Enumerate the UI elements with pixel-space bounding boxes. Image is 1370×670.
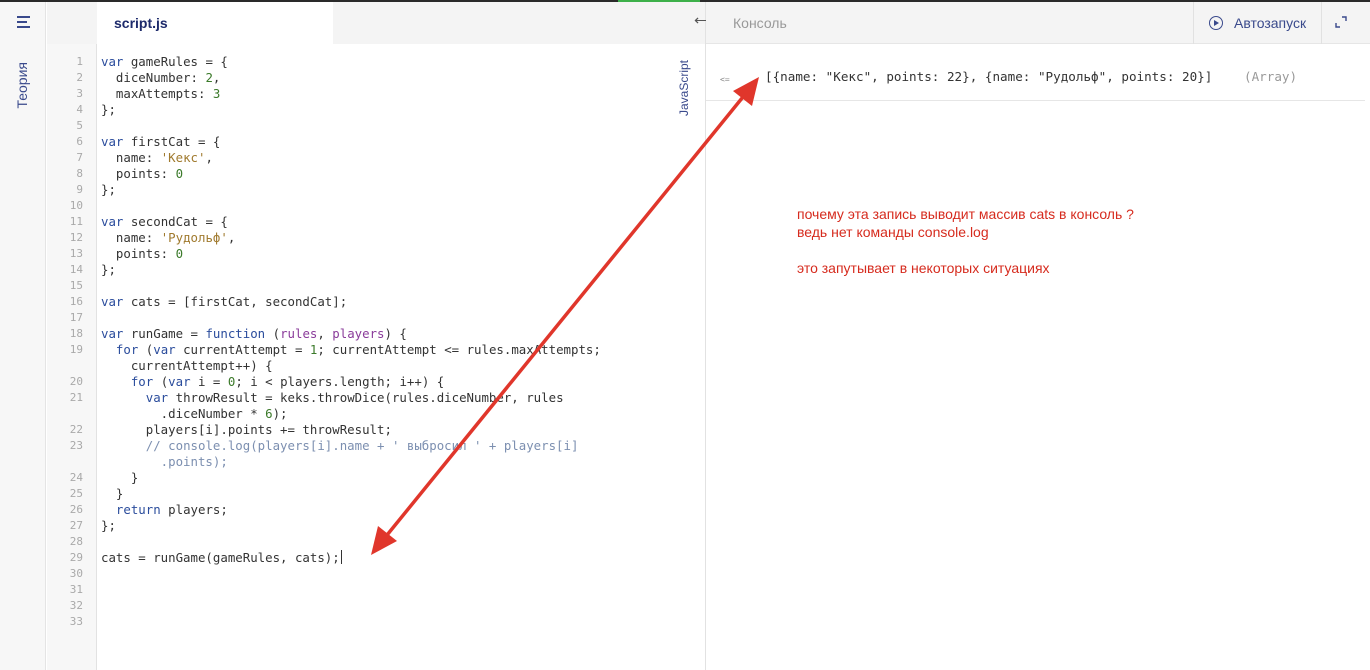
console-output-type: (Array) [1244,69,1298,84]
console-header: Консоль Автозапуск [706,2,1370,44]
console-output-value[interactable]: [{name: "Кекс", points: 22}, {name: "Руд… [765,69,1212,84]
code-line: points: 0 [101,246,184,261]
line-number: 30 [69,567,83,580]
code-line: }; [101,102,116,117]
line-number: 33 [69,615,83,628]
code-line: currentAttempt++) { [101,358,273,373]
file-tab-script[interactable]: script.js [97,2,333,44]
code-line: var secondCat = { [101,214,228,229]
line-number: 8 [76,167,83,180]
code-line: } [101,470,139,485]
code-line: // console.log(players[i].name + ' выбро… [145,438,579,453]
line-number-gutter: 1 2 3 4 5 6 7 8 9 10 11 12 13 14 15 16 17 18 19 20 21 22 23 24 2… [47,44,97,670]
line-number: 10 [69,199,83,212]
line-number: 6 [76,135,83,148]
code-line: var firstCat = { [101,134,221,149]
code-line: maxAttempts: 3 [101,86,221,101]
code-line: return players; [115,502,228,517]
line-number: 27 [69,519,83,532]
code-line: for (var i = 0; i < players.length; i++)… [130,374,445,389]
line-number: 20 [69,375,83,388]
console-title: Консоль [733,15,787,31]
code-line: cats = runGame(gameRules, cats); [101,550,342,565]
code-line: players[i].points += throwResult; [101,422,392,437]
line-number: 15 [69,279,83,292]
theory-tab-label: Теория [14,62,30,109]
line-number: 9 [76,183,83,196]
code-line: diceNumber: 2, [101,70,221,85]
annotation-line: это запутывает в некоторых ситуациях [797,260,1050,276]
code-line: var cats = [firstCat, secondCat]; [101,294,348,309]
line-number: 3 [76,87,83,100]
autorun-label: Автозапуск [1234,15,1307,31]
line-number: 7 [76,151,83,164]
code-line: var throwResult = keks.throwDice(rules.d… [145,390,564,405]
line-number: 24 [69,471,83,484]
line-number: 25 [69,487,83,500]
file-tab-label: script.js [114,15,168,31]
line-number: 23 [69,439,83,452]
code-line: points: 0 [101,166,184,181]
line-number: 26 [69,503,83,516]
line-number: 2 [76,71,83,84]
line-number: 4 [76,103,83,116]
code-line: .diceNumber * 6); [101,406,288,421]
line-number: 16 [69,295,83,308]
line-number: 31 [69,583,83,596]
code-line: }; [101,518,116,533]
line-number: 19 [69,343,83,356]
left-rail: Теория [0,2,46,670]
expand-icon[interactable] [1334,15,1348,29]
line-number: 13 [69,247,83,260]
line-number: 11 [69,215,83,228]
code-line: } [101,486,124,501]
console-output-row: <= [{name: "Кекс", points: 22}, {name: "… [706,58,1365,101]
hamburger-icon[interactable] [17,16,30,28]
play-circle-icon [1209,16,1223,30]
code-line: var runGame = function (rules, players) … [101,326,407,341]
line-number: 29 [69,551,83,564]
line-number: 17 [69,311,83,324]
editor-tabs-bar: script.js [47,2,705,44]
pane-splitter[interactable] [705,2,706,670]
line-number: 1 [76,55,83,68]
language-label: JavaScript [677,60,697,130]
line-number: 18 [69,327,83,340]
line-number: 21 [69,391,83,404]
return-marker: <= [720,75,730,84]
annotation-line: почему эта запись выводит массив cats в … [797,206,1134,222]
line-number: 28 [69,535,83,548]
code-line: name: 'Кекс', [101,150,213,165]
language-label-text: JavaScript [677,60,691,117]
line-number: 32 [69,599,83,612]
line-number: 5 [76,119,83,132]
code-line: var gameRules = { [101,54,228,69]
line-number: 22 [69,423,83,436]
code-line: for (var currentAttempt = 1; currentAtte… [115,342,601,357]
autorun-button[interactable]: Автозапуск [1193,2,1322,44]
code-line: }; [101,262,116,277]
code-line: }; [101,182,116,197]
code-line: name: 'Рудольф', [101,230,236,245]
theory-tab[interactable]: Теория [14,62,34,122]
line-number: 12 [69,231,83,244]
annotation-line: ведь нет команды console.log [797,224,989,240]
text-cursor [340,550,342,564]
code-line: .points); [101,454,228,469]
line-number: 14 [69,263,83,276]
